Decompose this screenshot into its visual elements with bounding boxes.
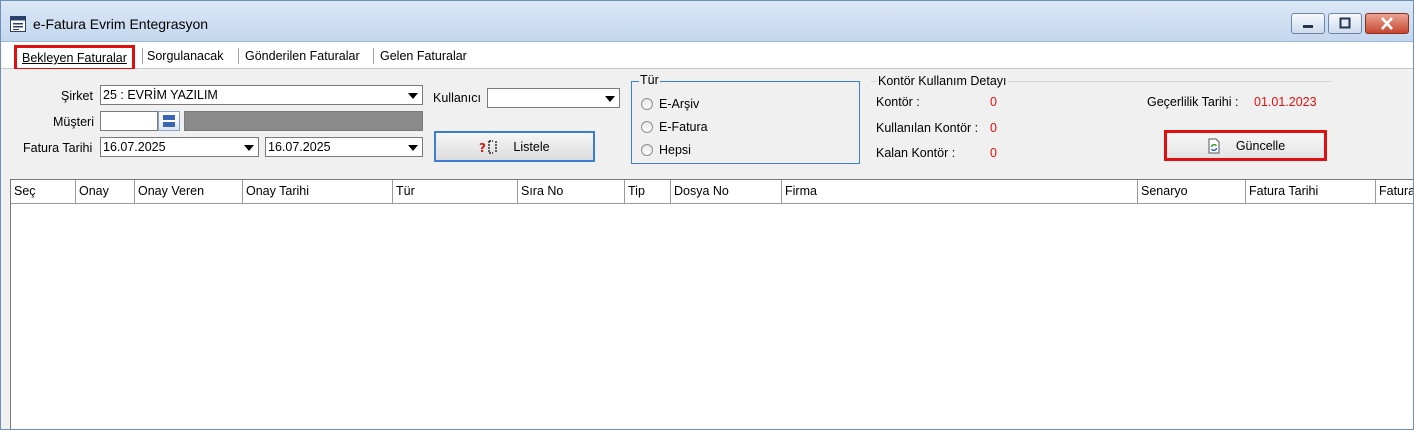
invoice-grid[interactable]: Seç Onay Onay Veren Onay Tarihi Tür Sıra… <box>10 179 1413 429</box>
col-onay-veren[interactable]: Onay Veren <box>135 180 243 203</box>
lookup-icon <box>161 115 177 127</box>
tab-sorgulanacak[interactable]: Sorgulanacak <box>147 47 223 65</box>
date-from-picker[interactable]: 16.07.2025 <box>100 137 259 157</box>
kalan-kontor-label: Kalan Kontör : <box>876 146 956 160</box>
kullanilan-kontor-label: Kullanılan Kontör : <box>876 121 979 135</box>
col-sira-no[interactable]: Sıra No <box>518 180 625 203</box>
radio-e-fatura[interactable]: E-Fatura <box>641 120 708 134</box>
close-icon <box>1381 17 1393 30</box>
musteri-name-field <box>184 111 423 131</box>
radio-hepsi[interactable]: Hepsi <box>641 143 691 157</box>
sirket-value: 25 : EVRİM YAZILIM <box>103 88 218 102</box>
list-query-icon: ? <box>479 139 498 155</box>
tab-gonderilen-faturalar[interactable]: Gönderilen Faturalar <box>245 47 360 65</box>
date-from-value: 16.07.2025 <box>103 140 166 154</box>
col-onay[interactable]: Onay <box>76 180 135 203</box>
col-onay-tarihi[interactable]: Onay Tarihi <box>243 180 393 203</box>
musteri-lookup-button[interactable] <box>158 111 180 131</box>
col-sec[interactable]: Seç <box>11 180 76 203</box>
kontor-title: Kontör Kullanım Detayı <box>877 74 1008 88</box>
app-window-icon <box>10 16 26 32</box>
col-firma[interactable]: Firma <box>782 180 1138 203</box>
date-to-value: 16.07.2025 <box>268 140 331 154</box>
minimize-button[interactable] <box>1291 13 1325 34</box>
kullanici-combo[interactable] <box>487 88 620 108</box>
grid-header: Seç Onay Onay Veren Onay Tarihi Tür Sıra… <box>11 180 1413 204</box>
gecerlilik-tarihi-value: 01.01.2023 <box>1254 95 1317 109</box>
listele-button[interactable]: ? Listele <box>434 131 595 162</box>
filter-panel: Şirket 25 : EVRİM YAZILIM Müşteri Fatura… <box>1 69 1413 176</box>
date-to-picker[interactable]: 16.07.2025 <box>265 137 423 157</box>
chevron-down-icon <box>605 96 615 102</box>
sirket-combo[interactable]: 25 : EVRİM YAZILIM <box>100 85 423 105</box>
tab-gelen-faturalar[interactable]: Gelen Faturalar <box>380 47 467 65</box>
kontor-label: Kontör : <box>876 95 920 109</box>
col-senaryo[interactable]: Senaryo <box>1138 180 1246 203</box>
radio-circle-icon <box>641 121 653 133</box>
sirket-label: Şirket <box>61 89 93 103</box>
tab-bar: Bekleyen Faturalar Sorgulanacak Gönderil… <box>1 42 1413 71</box>
fatura-tarihi-label: Fatura Tarihi <box>23 141 93 155</box>
col-dosya-no[interactable]: Dosya No <box>671 180 782 203</box>
window-title: e-Fatura Evrim Entegrasyon <box>33 16 209 32</box>
svg-text:?: ? <box>479 141 486 155</box>
col-fatura-tarihi[interactable]: Fatura Tarihi <box>1246 180 1376 203</box>
musteri-code-input[interactable] <box>100 111 158 131</box>
maximize-icon <box>1339 17 1351 29</box>
chevron-down-icon <box>244 145 254 151</box>
main-window: e-Fatura Evrim Entegrasyon Bekleyen Fatu… <box>0 0 1414 430</box>
listele-label: Listele <box>513 139 550 154</box>
chevron-down-icon <box>408 93 418 99</box>
close-button[interactable] <box>1365 13 1409 34</box>
tab-bekleyen-faturalar[interactable]: Bekleyen Faturalar <box>14 45 135 71</box>
kullanici-label: Kullanıcı <box>433 91 481 105</box>
chevron-down-icon <box>408 145 418 151</box>
tur-title: Tür <box>639 73 660 87</box>
col-tur[interactable]: Tür <box>393 180 518 203</box>
guncelle-label: Güncelle <box>1235 138 1286 153</box>
kontor-value: 0 <box>990 95 997 109</box>
radio-circle-icon <box>641 144 653 156</box>
title-bar[interactable]: e-Fatura Evrim Entegrasyon <box>1 1 1413 42</box>
guncelle-button[interactable]: Güncelle <box>1164 130 1327 161</box>
minimize-icon <box>1303 25 1313 28</box>
maximize-button[interactable] <box>1328 13 1362 34</box>
refresh-icon <box>1208 138 1220 153</box>
radio-e-arsiv[interactable]: E-Arşiv <box>641 97 699 111</box>
col-tip[interactable]: Tip <box>625 180 671 203</box>
col-fatura[interactable]: Fatura <box>1376 180 1413 203</box>
kullanilan-kontor-value: 0 <box>990 121 997 135</box>
musteri-label: Müşteri <box>53 115 94 129</box>
radio-circle-icon <box>641 98 653 110</box>
kalan-kontor-value: 0 <box>990 146 997 160</box>
gecerlilik-tarihi-label: Geçerlilik Tarihi : <box>1147 95 1239 109</box>
